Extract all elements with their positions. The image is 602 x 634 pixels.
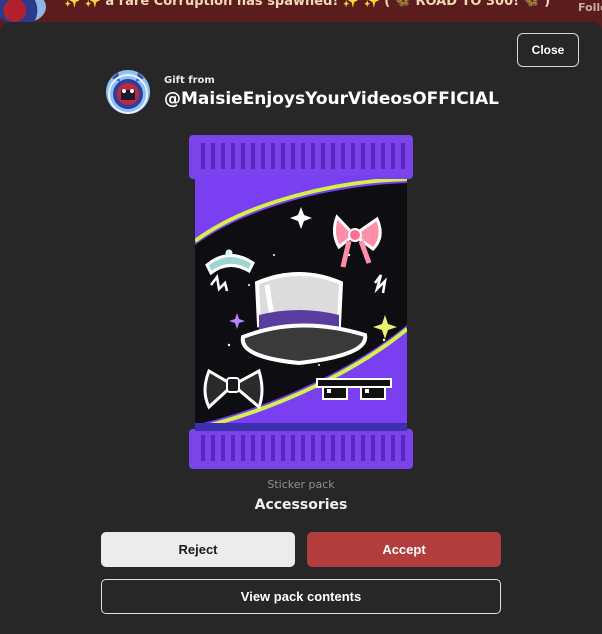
sticker-pack-image: [189, 135, 413, 469]
follow-button[interactable]: Follo: [578, 1, 602, 14]
close-button[interactable]: Close: [517, 33, 579, 67]
view-pack-contents-button[interactable]: View pack contents: [101, 579, 501, 614]
ticker-text: ✨ ✨ a rare Corruption has spawned! ✨ ✨ (…: [64, 0, 551, 9]
sender-username[interactable]: @MaisieEnjoysYourVideosOFFICIAL: [164, 89, 499, 109]
gift-from-label: Gift from: [164, 75, 215, 86]
pack-name: Accessories: [254, 497, 348, 513]
gift-sender: Gift from @MaisieEnjoysYourVideosOFFICIA…: [106, 68, 499, 116]
sender-avatar[interactable]: [106, 70, 150, 114]
ticker-avatar: [0, 0, 46, 24]
accept-button[interactable]: Accept: [307, 532, 501, 567]
gift-modal: Close Gift from @MaisieEnjoysYourVideosO…: [0, 22, 602, 634]
pack-type-label: Sticker pack: [267, 478, 335, 491]
reject-button[interactable]: Reject: [101, 532, 295, 567]
